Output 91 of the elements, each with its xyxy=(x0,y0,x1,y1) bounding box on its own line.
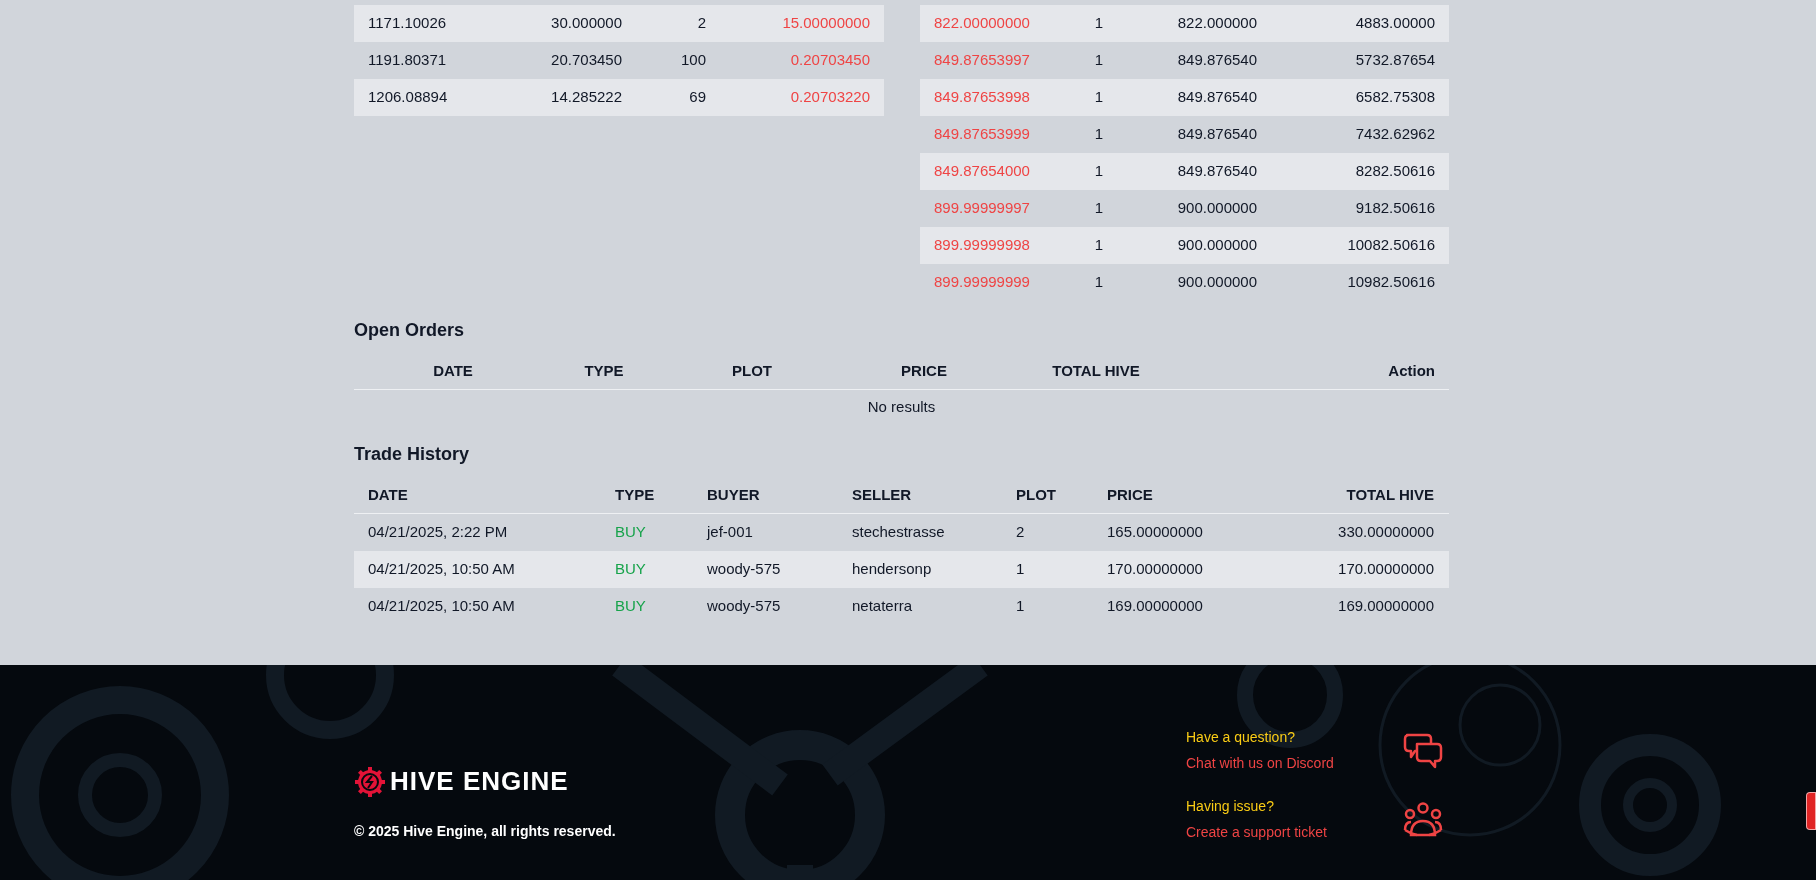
column-header: PRICE xyxy=(1107,484,1154,505)
table-cell-text: 04/21/2025, 10:50 AM xyxy=(368,596,516,617)
table-cell-text: 170.00000000 xyxy=(1337,559,1434,580)
table-cell-text: 849.87653999 xyxy=(934,124,1031,145)
logo-text: HIVE ENGINE xyxy=(390,765,569,798)
table-cell-text: 170.00000000 xyxy=(1107,559,1204,580)
section-heading: Trade History xyxy=(354,443,471,466)
table-cell-text: woody-575 xyxy=(707,559,782,580)
table-cell-text: 10082.50616 xyxy=(1346,235,1435,256)
table-cell-text: 1 xyxy=(1016,596,1026,617)
table-cell-text: woody-575 xyxy=(707,596,782,617)
table-cell-text: 169.00000000 xyxy=(1337,596,1434,617)
help-link[interactable]: Chat with us on Discord xyxy=(1186,753,1403,774)
help-link[interactable]: Create a support ticket xyxy=(1186,822,1403,843)
table-cell-text: 69 xyxy=(688,87,706,108)
table-cell-text: 849.876540 xyxy=(1176,161,1257,182)
table-cell-text: 1 xyxy=(1093,235,1105,256)
column-header: BUYER xyxy=(707,484,761,505)
table-cell-text: 900.000000 xyxy=(1176,198,1257,219)
table-cell-text: BUY xyxy=(615,559,647,580)
help-question: Have a question? xyxy=(1186,728,1296,747)
table-cell-text: 849.87654000 xyxy=(934,161,1031,182)
table-cell-text: 899.99999997 xyxy=(934,198,1031,219)
section-heading: Open Orders xyxy=(354,319,466,342)
column-header: TOTAL HIVE xyxy=(1345,484,1434,505)
table-cell-text: 15.00000000 xyxy=(781,13,870,34)
table-cell-text: 100 xyxy=(679,50,706,71)
table-cell-text: 1 xyxy=(1093,124,1105,145)
table-cell-text: 822.00000000 xyxy=(934,13,1031,34)
table-cell-text: jef-001 xyxy=(707,522,754,543)
table-cell-text: 0.20703220 xyxy=(789,87,870,108)
table-cell-text: 1 xyxy=(1093,13,1105,34)
table-cell-text: 900.000000 xyxy=(1176,272,1257,293)
table-cell-text: 1206.08894 xyxy=(368,87,449,108)
help-question: Having issue? xyxy=(1186,797,1275,816)
column-header: SELLER xyxy=(852,484,913,505)
column-header: TOTAL HIVE xyxy=(1051,360,1141,381)
column-header: TYPE xyxy=(615,484,656,505)
column-header: Action xyxy=(1387,360,1435,381)
table-cell-text: 9182.50616 xyxy=(1354,198,1435,219)
table-cell-text: 1 xyxy=(1093,50,1105,71)
table-cell-text: 849.876540 xyxy=(1176,87,1257,108)
table-cell-text: 849.87653998 xyxy=(934,87,1031,108)
table-cell-text: 4883.00000 xyxy=(1354,13,1435,34)
table-cell-text: BUY xyxy=(615,596,647,617)
table-cell-text: 04/21/2025, 2:22 PM xyxy=(368,522,509,543)
empty-message: No results xyxy=(867,396,936,417)
table-cell-text: 849.876540 xyxy=(1176,124,1257,145)
table-cell-text: 849.87653997 xyxy=(934,50,1031,71)
table-cell-text: 900.000000 xyxy=(1176,235,1257,256)
table-cell-text: 30.000000 xyxy=(550,13,622,34)
column-header: DATE xyxy=(432,360,474,381)
column-header: TYPE xyxy=(583,360,625,381)
table-cell-text: 1191.80371 xyxy=(368,50,448,71)
table-cell-text: 7432.62962 xyxy=(1354,124,1435,145)
table-cell-text: 1171.10026 xyxy=(368,13,448,34)
table-cell-text: 849.876540 xyxy=(1176,50,1257,71)
table-cell-text: 1 xyxy=(1093,87,1105,108)
table-cell-text: 20.703450 xyxy=(550,50,622,71)
table-cell-text: hendersonp xyxy=(852,559,933,580)
table-cell-text: 1 xyxy=(1016,559,1026,580)
table-cell-text: 1 xyxy=(1093,272,1105,293)
people-group-icon xyxy=(1403,801,1443,838)
side-tab[interactable] xyxy=(1806,792,1816,830)
table-cell-text: 0.20703450 xyxy=(789,50,870,71)
table-cell-text: 330.00000000 xyxy=(1337,522,1434,543)
table-cell-text: 14.285222 xyxy=(550,87,622,108)
table-cell-text: 165.00000000 xyxy=(1107,522,1204,543)
table-cell-text: 1 xyxy=(1093,198,1105,219)
table-cell-text: 6582.75308 xyxy=(1354,87,1435,108)
table-cell-text: 822.000000 xyxy=(1176,13,1257,34)
table-cell-text: 8282.50616 xyxy=(1354,161,1435,182)
gear-bolt-logo-icon xyxy=(354,765,386,798)
table-cell-text: BUY xyxy=(615,522,647,543)
table-cell-text: 5732.87654 xyxy=(1354,50,1435,71)
table-cell-text: 899.99999999 xyxy=(934,272,1031,293)
table-cell-text: 1 xyxy=(1093,161,1105,182)
column-header: DATE xyxy=(368,484,409,505)
table-cell-text: netaterra xyxy=(852,596,914,617)
column-header: PLOT xyxy=(731,360,773,381)
table-cell-text: 04/21/2025, 10:50 AM xyxy=(368,559,516,580)
column-header: PLOT xyxy=(1016,484,1057,505)
table-cell-text: stechestrasse xyxy=(852,522,946,543)
column-header: PRICE xyxy=(900,360,948,381)
table-cell-text: 10982.50616 xyxy=(1346,272,1435,293)
table-cell-text: 2 xyxy=(1016,522,1026,543)
table-cell-text: 169.00000000 xyxy=(1107,596,1204,617)
copyright-text: © 2025 Hive Engine, all rights reserved. xyxy=(354,822,617,841)
table-cell-text: 2 xyxy=(696,13,706,34)
chat-bubbles-icon xyxy=(1403,731,1443,770)
table-cell-text: 899.99999998 xyxy=(934,235,1031,256)
